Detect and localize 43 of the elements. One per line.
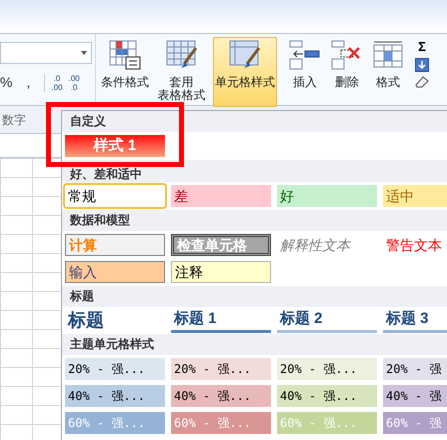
- cell-style-option[interactable]: 40% - 强: [383, 385, 447, 407]
- section-header: 数据和模型: [62, 210, 447, 231]
- ribbon-button[interactable]: 套用 表格格式: [153, 37, 210, 103]
- cell-style-option[interactable]: 20% - 强...: [65, 358, 165, 380]
- cell-style-option[interactable]: 注释: [171, 261, 271, 283]
- cell-style-option[interactable]: 差: [171, 185, 271, 207]
- eraser-icon[interactable]: [415, 76, 429, 88]
- ribbon-button[interactable]: 单元格样式: [213, 37, 277, 107]
- section-header: 好、差和适中: [62, 160, 447, 182]
- conditional-format-icon: [109, 40, 141, 70]
- group-label: 数字: [2, 112, 26, 128]
- number-format-button[interactable]: %: [0, 72, 12, 93]
- cell-style-option[interactable]: 20% - 强: [383, 358, 447, 380]
- ribbon-button[interactable]: 插入: [284, 37, 326, 90]
- cell-style-option[interactable]: 20% - 强...: [277, 358, 377, 380]
- cell-style-option[interactable]: 40% - 强...: [277, 385, 377, 407]
- cell-style-option[interactable]: 20% - 强...: [171, 358, 271, 380]
- format-cells-icon: [372, 40, 404, 70]
- decimal-button[interactable]: .0 .00: [51, 74, 62, 92]
- cell-style-option[interactable]: 适中: [383, 185, 447, 207]
- cell-style-option[interactable]: 警告文本: [383, 234, 447, 256]
- section-header: 标题: [62, 286, 447, 307]
- number-format-button[interactable]: ,: [26, 72, 30, 93]
- ribbon-button[interactable]: 删除: [327, 37, 367, 90]
- cell-style-option[interactable]: 解释性文本: [277, 234, 377, 256]
- decimal-button[interactable]: .00 .0: [68, 74, 80, 92]
- section-header: 主题单元格样式: [62, 334, 447, 355]
- cell-style-option[interactable]: 输入: [65, 261, 165, 283]
- table-brush-icon: [229, 40, 261, 70]
- cell-style-option[interactable]: 40% - 强...: [171, 385, 271, 407]
- insert-cells-icon: [289, 40, 321, 70]
- cell-style-option[interactable]: 标题: [65, 308, 165, 333]
- dropdown-caret-icon: [81, 51, 87, 55]
- autosum-button[interactable]: Σ: [418, 39, 426, 54]
- delete-cells-icon: [331, 40, 363, 70]
- ribbon-button[interactable]: 条件格式: [98, 37, 152, 90]
- cell-style-option[interactable]: 40% - 强...: [65, 385, 165, 407]
- table-brush-icon: [166, 40, 198, 70]
- ribbon-button[interactable]: 格式: [368, 37, 408, 90]
- fill-down-icon[interactable]: [415, 58, 429, 72]
- cell-style-option[interactable]: 好: [277, 185, 377, 207]
- section-header: 自定义: [62, 111, 447, 132]
- cell-style-option[interactable]: 常规: [65, 185, 165, 207]
